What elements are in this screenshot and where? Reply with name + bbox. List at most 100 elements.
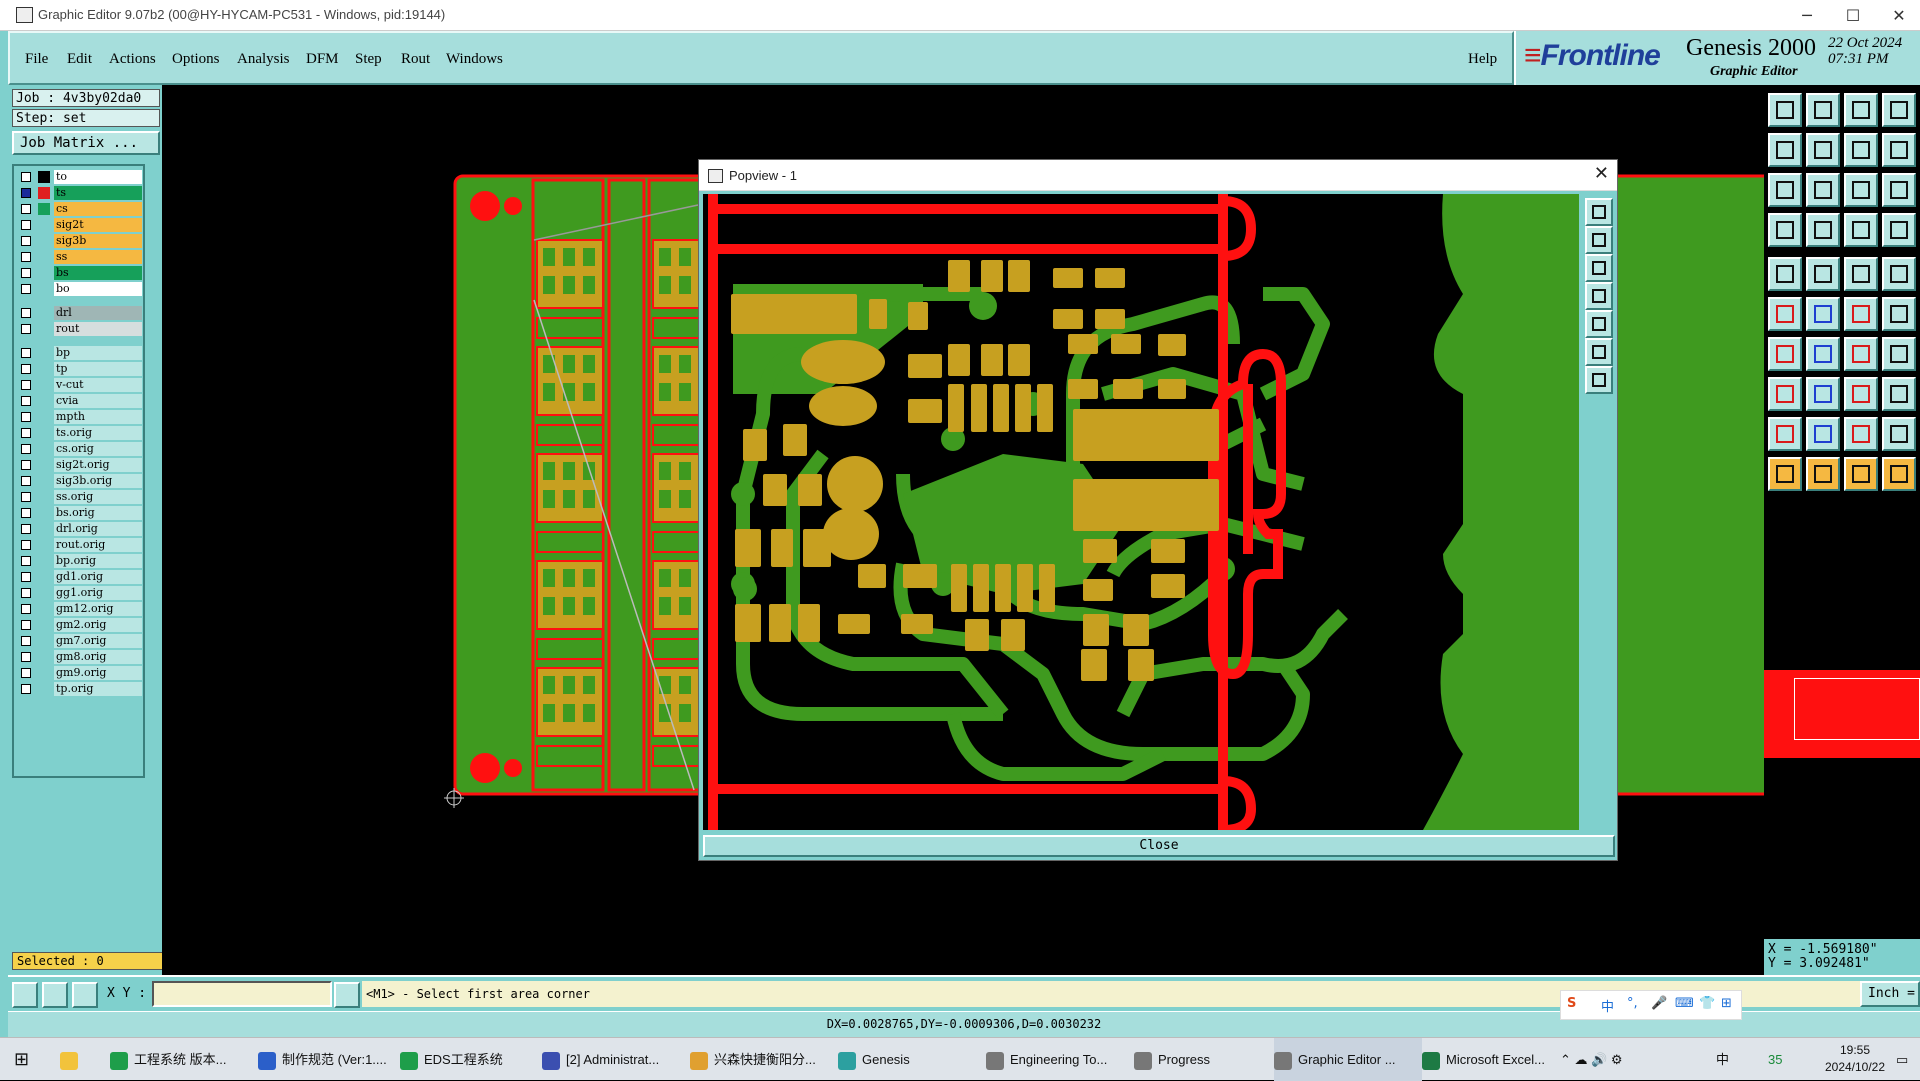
node-icon[interactable]	[1768, 297, 1802, 331]
layer-row[interactable]: cvia	[16, 394, 142, 408]
layer-checkbox[interactable]	[21, 380, 31, 390]
layout-icon[interactable]	[1882, 93, 1916, 127]
shape-icon[interactable]	[1882, 417, 1916, 451]
layer-checkbox[interactable]	[21, 348, 31, 358]
layer-checkbox[interactable]	[21, 220, 31, 230]
help-icon[interactable]	[1882, 173, 1916, 207]
layer-checkbox[interactable]	[21, 572, 31, 582]
snap-point-icon[interactable]	[1882, 457, 1916, 491]
tray-ime[interactable]: 中	[1716, 1038, 1729, 1081]
menu-rout[interactable]: Rout	[401, 51, 430, 68]
menu-edit[interactable]: Edit	[67, 51, 92, 68]
arc-icon[interactable]	[1882, 297, 1916, 331]
home-icon[interactable]	[1844, 93, 1878, 127]
ime-chinese[interactable]: 中	[1601, 996, 1614, 1015]
layer-checkbox[interactable]	[21, 284, 31, 294]
notification-icon[interactable]: ▭	[1896, 1038, 1908, 1081]
taskbar-item[interactable]: 工程系统 版本...	[110, 1038, 258, 1081]
layer-checkbox[interactable]	[21, 460, 31, 470]
close-step-icon[interactable]	[1806, 93, 1840, 127]
snap-icon[interactable]	[1844, 133, 1878, 167]
layer-checkbox[interactable]	[21, 308, 31, 318]
layer-row[interactable]: bs	[16, 266, 142, 280]
pan-right-icon[interactable]	[1585, 310, 1613, 338]
grid-icon[interactable]	[1806, 213, 1840, 247]
layer-row[interactable]: gm9.orig	[16, 666, 142, 680]
pad-icon[interactable]	[1882, 257, 1916, 291]
popview-close-icon[interactable]: ✕	[1594, 163, 1609, 184]
taskbar-item[interactable]: Graphic Editor ...	[1274, 1038, 1422, 1081]
menu-windows[interactable]: Windows	[446, 51, 503, 68]
zoom-home-icon[interactable]	[1585, 338, 1613, 366]
import-icon[interactable]	[1768, 133, 1802, 167]
taskbar-item[interactable]: Engineering To...	[986, 1038, 1134, 1081]
menu-options[interactable]: Options	[172, 51, 220, 68]
layer-checkbox[interactable]	[21, 556, 31, 566]
job-matrix-button[interactable]: Job Matrix ...	[12, 131, 160, 155]
measure-icon[interactable]	[42, 982, 68, 1008]
sogou-icon[interactable]: S	[1567, 996, 1576, 1011]
rotate-icon[interactable]	[1844, 337, 1878, 371]
zoom-in-icon[interactable]	[1585, 226, 1613, 254]
menu-actions[interactable]: Actions	[109, 51, 156, 68]
layer-row[interactable]: drl	[16, 306, 142, 320]
layer-checkbox[interactable]	[21, 492, 31, 502]
layer-row[interactable]: gm8.orig	[16, 650, 142, 664]
taskbar-item[interactable]: 制作规范 (Ver:1....	[258, 1038, 400, 1081]
xy-input[interactable]	[152, 981, 332, 1007]
edit-icon[interactable]	[1806, 337, 1840, 371]
export-icon[interactable]	[1806, 133, 1840, 167]
cross-icon[interactable]	[1806, 297, 1840, 331]
menu-step[interactable]: Step	[355, 51, 382, 68]
mark-icon[interactable]	[1844, 457, 1878, 491]
maximize-button[interactable]: ☐	[1830, 0, 1876, 31]
layer-checkbox[interactable]	[21, 444, 31, 454]
layer-row[interactable]: sig3b.orig	[16, 474, 142, 488]
layer-row[interactable]: sig2t	[16, 218, 142, 232]
layer-checkbox[interactable]	[21, 540, 31, 550]
layer-checkbox[interactable]	[21, 412, 31, 422]
layer-checkbox[interactable]	[21, 364, 31, 374]
layer-checkbox[interactable]	[21, 684, 31, 694]
measure-icon[interactable]	[1768, 213, 1802, 247]
layer-checkbox[interactable]	[21, 236, 31, 246]
start-icon[interactable]: ⊞	[14, 1038, 29, 1081]
zoom-out-icon[interactable]	[1585, 254, 1613, 282]
select-mode-icon[interactable]	[12, 982, 38, 1008]
select-icon[interactable]	[1806, 457, 1840, 491]
layer-row[interactable]: drl.orig	[16, 522, 142, 536]
close-button[interactable]: ✕	[1876, 0, 1920, 31]
layer-checkbox[interactable]	[21, 636, 31, 646]
line-icon[interactable]	[1844, 257, 1878, 291]
layer-checkbox[interactable]	[21, 188, 31, 198]
center-icon[interactable]	[1806, 173, 1840, 207]
layer-checkbox[interactable]	[21, 604, 31, 614]
pointer-icon[interactable]	[1768, 457, 1802, 491]
triangle-icon[interactable]	[1768, 417, 1802, 451]
copy-icon[interactable]	[1882, 377, 1916, 411]
layer-row[interactable]: sig2t.orig	[16, 458, 142, 472]
tray-icons[interactable]: ⌃ ☁ 🔊 ⚙	[1560, 1038, 1623, 1081]
layer-row[interactable]: rout	[16, 322, 142, 336]
trim-icon[interactable]	[1806, 417, 1840, 451]
skin-icon[interactable]: 👕	[1699, 996, 1715, 1011]
microphone-icon[interactable]: 🎤	[1651, 996, 1667, 1011]
menu-file[interactable]: File	[25, 51, 48, 68]
layer-checkbox[interactable]	[21, 588, 31, 598]
file-explorer-icon[interactable]	[60, 1038, 84, 1081]
layer-checkbox[interactable]	[21, 620, 31, 630]
layer-checkbox[interactable]	[21, 324, 31, 334]
layer-row[interactable]: gm2.orig	[16, 618, 142, 632]
layer-checkbox[interactable]	[21, 204, 31, 214]
unit-selector[interactable]: Inch =	[1860, 981, 1920, 1007]
align-icon[interactable]	[1844, 377, 1878, 411]
contour-icon[interactable]	[1806, 257, 1840, 291]
taskbar-item[interactable]: EDS工程系统	[400, 1038, 542, 1081]
layer-row[interactable]: gm12.orig	[16, 602, 142, 616]
ime-menu-icon[interactable]: ⊞	[1721, 996, 1732, 1011]
pan-left-icon[interactable]	[1585, 282, 1613, 310]
zoom-fit-icon[interactable]	[1585, 198, 1613, 226]
layer-row[interactable]: bp	[16, 346, 142, 360]
layer-row[interactable]: to	[16, 170, 142, 184]
layer-icon[interactable]	[1882, 213, 1916, 247]
